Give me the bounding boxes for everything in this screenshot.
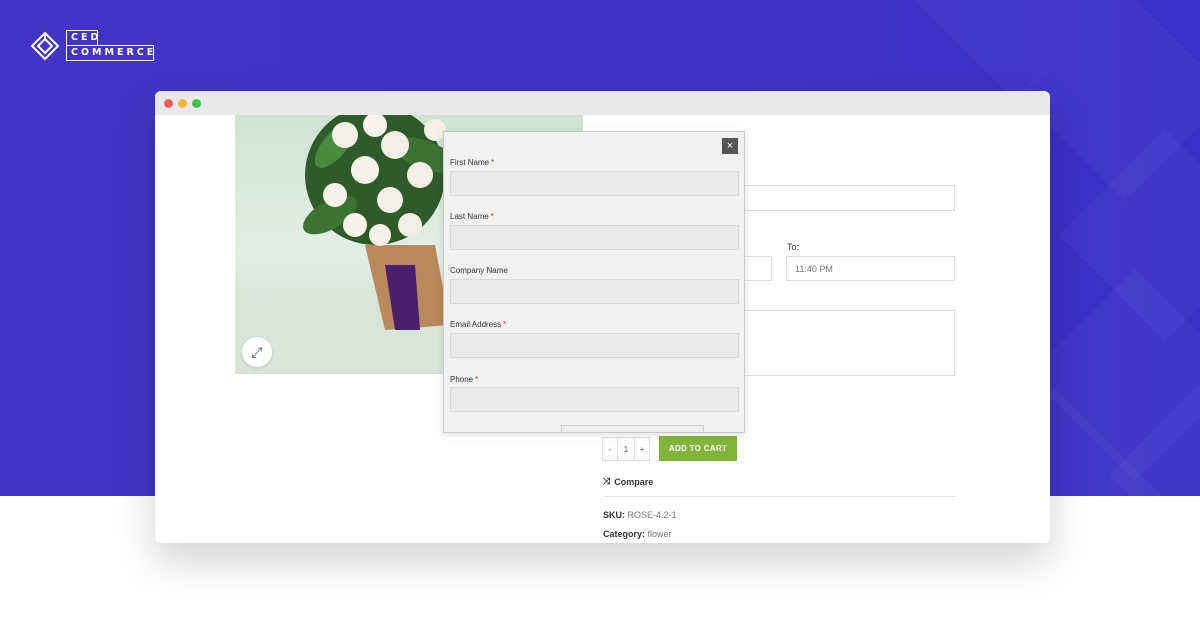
- quantity-stepper[interactable]: - 1 +: [602, 437, 650, 461]
- logo-text-commerce: COMMERCE: [66, 45, 154, 61]
- modal-submit-button[interactable]: [561, 425, 704, 432]
- compare-link[interactable]: ⤨ Compare: [603, 476, 653, 487]
- browser-window: ⤢ To: 11:40 PM - 1 + ADD TO CART ⤨ Compa…: [155, 91, 1050, 543]
- category-label: Category:: [603, 529, 646, 539]
- company-name-label: Company Name: [450, 266, 508, 275]
- first-name-label: First Name *: [450, 158, 495, 167]
- sku-label: SKU:: [603, 510, 625, 520]
- sku-value: ROSE-4.2-1: [627, 510, 677, 520]
- company-name-input[interactable]: [450, 279, 739, 304]
- last-name-label: Last Name *: [450, 212, 494, 221]
- last-name-input[interactable]: [450, 225, 739, 250]
- maximize-window-dot[interactable]: [192, 98, 201, 108]
- close-icon: ×: [726, 140, 734, 152]
- logo-mark-icon: [30, 31, 60, 60]
- category-link[interactable]: flower: [648, 529, 672, 539]
- close-window-dot[interactable]: [164, 98, 173, 108]
- to-time-input[interactable]: 11:40 PM: [786, 256, 955, 281]
- email-address-label: Email Address *: [450, 320, 507, 329]
- phone-input[interactable]: [450, 387, 739, 412]
- email-address-input[interactable]: [450, 333, 739, 358]
- shuffle-icon: ⤨: [603, 476, 611, 486]
- phone-label: Phone *: [450, 375, 479, 384]
- compare-label: Compare: [614, 476, 654, 487]
- expand-icon: ⤢: [251, 343, 263, 360]
- to-time-value: 11:40 PM: [795, 263, 833, 274]
- category-row: Category: flower: [603, 529, 672, 539]
- logo-text-ced: CED: [66, 30, 98, 45]
- add-to-cart-button[interactable]: ADD TO CART: [659, 436, 737, 461]
- to-label: To:: [787, 242, 800, 252]
- sku-row: SKU: ROSE-4.2-1: [603, 510, 677, 520]
- qty-decrease-button[interactable]: -: [603, 438, 617, 460]
- expand-image-button[interactable]: ⤢: [242, 337, 272, 367]
- first-name-input[interactable]: [450, 171, 739, 196]
- qty-increase-button[interactable]: +: [635, 438, 649, 460]
- contact-form-modal: × First Name * Last Name * Company Name Em…: [443, 131, 745, 433]
- window-titlebar: [155, 91, 1050, 115]
- divider: [603, 496, 955, 497]
- close-modal-button[interactable]: ×: [722, 138, 738, 154]
- cedcommerce-logo: CED COMMERCE: [30, 30, 154, 61]
- qty-value[interactable]: 1: [617, 438, 635, 460]
- minimize-window-dot[interactable]: [178, 98, 187, 108]
